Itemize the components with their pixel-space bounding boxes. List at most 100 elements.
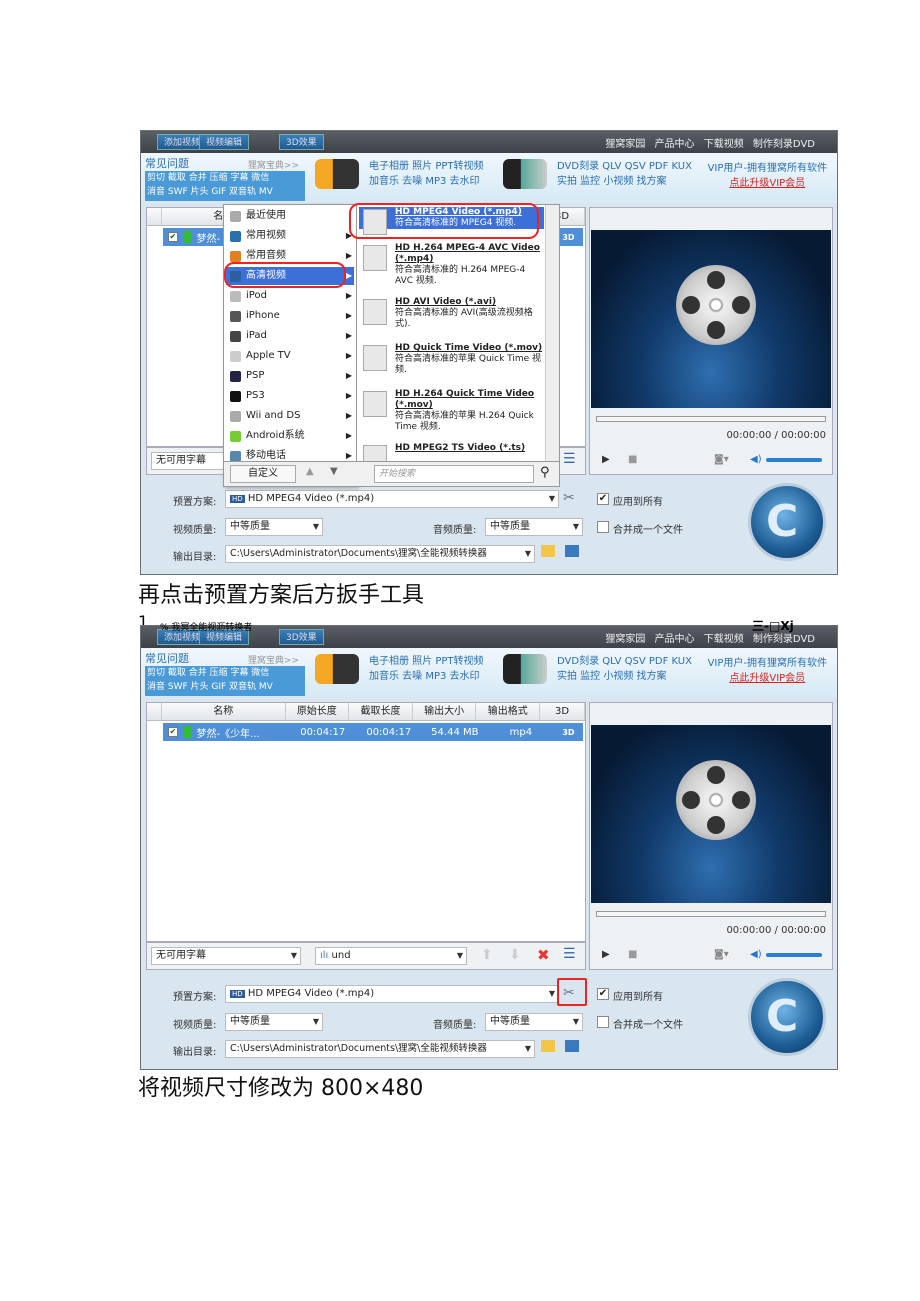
column-header[interactable]: 输出格式 bbox=[476, 703, 541, 720]
top-link[interactable]: 制作刻录DVD bbox=[753, 139, 815, 150]
audio-quality-select[interactable]: 中等质量 ▼ bbox=[485, 518, 583, 536]
down-icon[interactable]: ▼ bbox=[330, 466, 338, 477]
subtitle-select[interactable]: 无可用字幕▼ bbox=[151, 947, 301, 965]
search-input[interactable]: 开始搜索 bbox=[374, 465, 534, 483]
menu-item[interactable]: Android系统 ▶ bbox=[226, 427, 354, 445]
3d-icon[interactable]: 3D bbox=[554, 728, 583, 737]
column-header[interactable]: 输出大小 bbox=[413, 703, 477, 720]
apply-all-checkbox[interactable]: ✔ bbox=[597, 988, 609, 1000]
format-item[interactable]: HD AVI Video (*.avi) 符合高清标准的 AVI(高级流视频格式)… bbox=[359, 297, 544, 330]
volume-icon[interactable]: ◀) bbox=[750, 949, 762, 960]
play-icon[interactable]: ▶ bbox=[602, 454, 610, 465]
ad-link[interactable]: 实拍 监控 小视频 找方案 bbox=[557, 174, 692, 189]
column-header[interactable]: 3D bbox=[540, 703, 585, 720]
row-checkbox[interactable]: ✔ bbox=[168, 232, 178, 242]
vip-upgrade-link[interactable]: 点此升级VIP会员 bbox=[729, 673, 805, 684]
list-icon[interactable]: ☰ bbox=[563, 946, 576, 962]
ad-link[interactable]: DVD刻录 QLV QSV PDF KUX bbox=[557, 159, 692, 174]
faq-links[interactable]: 剪切 截取 合并 压缩 字幕 微信 bbox=[147, 666, 305, 680]
play-icon[interactable]: ▶ bbox=[602, 949, 610, 960]
up-icon[interactable]: ▲ bbox=[306, 466, 314, 477]
menu-item[interactable]: iPad ▶ bbox=[226, 327, 354, 345]
open-icon[interactable] bbox=[565, 545, 579, 557]
preset-select[interactable]: HD HD MPEG4 Video (*.mp4) ▼ bbox=[225, 490, 559, 508]
column-header[interactable]: 名称 bbox=[162, 703, 286, 720]
stop-icon[interactable]: ■ bbox=[628, 454, 637, 465]
volume-slider[interactable] bbox=[766, 458, 822, 462]
menu-item[interactable]: Wii and DS ▶ bbox=[226, 407, 354, 425]
ad-link[interactable]: 电子相册 照片 PPT转视频 bbox=[369, 159, 484, 174]
open-icon[interactable] bbox=[565, 1040, 579, 1052]
menu-item[interactable]: PS3 ▶ bbox=[226, 387, 354, 405]
preset-select[interactable]: HD HD MPEG4 Video (*.mp4) ▼ bbox=[225, 985, 559, 1003]
top-link[interactable]: 产品中心 bbox=[655, 634, 695, 645]
video-quality-select[interactable]: 中等质量 ▼ bbox=[225, 518, 323, 536]
menu-item[interactable]: 最近使用 bbox=[226, 207, 354, 225]
hd-icon: HD bbox=[230, 495, 245, 503]
ad-link[interactable]: 电子相册 照片 PPT转视频 bbox=[369, 654, 484, 669]
menu-item[interactable]: iPod ▶ bbox=[226, 287, 354, 305]
row-checkbox[interactable]: ✔ bbox=[168, 727, 178, 737]
snapshot-icon[interactable]: ◙▾ bbox=[714, 454, 729, 465]
menu-item[interactable]: iPhone ▶ bbox=[226, 307, 354, 325]
audio-quality-select[interactable]: 中等质量 ▼ bbox=[485, 1013, 583, 1031]
window-controls[interactable]: 三-□Xj bbox=[752, 617, 794, 634]
faq-links[interactable]: 消音 SWF 片头 GIF 双音轨 MV bbox=[147, 680, 305, 694]
vip-upgrade-link[interactable]: 点此升级VIP会员 bbox=[729, 178, 805, 189]
volume-slider[interactable] bbox=[766, 953, 822, 957]
convert-button[interactable]: C bbox=[748, 483, 826, 561]
delete-icon[interactable]: ✖ bbox=[537, 946, 550, 964]
top-link[interactable]: 狸窝家园 bbox=[605, 634, 645, 645]
faq-title[interactable]: 常见问题 bbox=[145, 652, 189, 665]
move-down-icon[interactable]: ⬇ bbox=[509, 947, 521, 963]
format-item[interactable]: HD H.264 MPEG-4 AVC Video (*.mp4) 符合高清标准的… bbox=[359, 243, 544, 287]
ad-link[interactable]: 加音乐 去噪 MP3 去水印 bbox=[369, 174, 484, 189]
folder-icon[interactable] bbox=[541, 1040, 555, 1052]
move-up-icon[interactable]: ⬆ bbox=[481, 947, 493, 963]
faq-links[interactable]: 剪切 截取 合并 压缩 字幕 微信 bbox=[147, 171, 305, 185]
search-icon[interactable]: ⚲ bbox=[540, 465, 550, 480]
scrollbar[interactable] bbox=[545, 205, 559, 461]
merge-checkbox[interactable] bbox=[597, 521, 609, 533]
stop-icon[interactable]: ■ bbox=[628, 949, 637, 960]
menu-item[interactable]: Apple TV ▶ bbox=[226, 347, 354, 365]
top-link[interactable]: 下载视频 bbox=[704, 139, 744, 150]
list-icon[interactable]: ☰ bbox=[563, 451, 576, 467]
faq-more-link[interactable]: 狸窝宝典>> bbox=[248, 653, 299, 666]
convert-button[interactable]: C bbox=[748, 978, 826, 1056]
table-row[interactable]: ✔ 梦然-《少年... 00:04:17 00:04:17 54.44 MB mp4 3D bbox=[163, 723, 583, 741]
menu-item[interactable]: PSP ▶ bbox=[226, 367, 354, 385]
folder-icon[interactable] bbox=[541, 545, 555, 557]
format-item[interactable]: HD Quick Time Video (*.mov) 符合高清标准的苹果 Qui… bbox=[359, 343, 544, 376]
column-header[interactable]: 截取长度 bbox=[349, 703, 413, 720]
video-quality-select[interactable]: 中等质量 ▼ bbox=[225, 1013, 323, 1031]
faq-more-link[interactable]: 狸窝宝典>> bbox=[248, 158, 299, 171]
column-header[interactable]: 原始长度 bbox=[286, 703, 350, 720]
top-link[interactable]: 产品中心 bbox=[655, 139, 695, 150]
top-button[interactable]: 视频编辑 bbox=[199, 134, 250, 150]
seek-bar[interactable] bbox=[596, 911, 826, 917]
faq-links[interactable]: 消音 SWF 片头 GIF 双音轨 MV bbox=[147, 185, 305, 199]
top-link[interactable]: 下载视频 bbox=[704, 634, 744, 645]
ad-link[interactable]: DVD刻录 QLV QSV PDF KUX bbox=[557, 654, 692, 669]
faq-title[interactable]: 常见问题 bbox=[145, 157, 189, 170]
volume-icon[interactable]: ◀) bbox=[750, 454, 762, 465]
snapshot-icon[interactable]: ◙▾ bbox=[714, 949, 729, 960]
top-link[interactable]: 制作刻录DVD bbox=[753, 634, 815, 645]
audio-track-select[interactable]: ılı und▼ bbox=[315, 947, 467, 965]
apply-all-checkbox[interactable]: ✔ bbox=[597, 493, 609, 505]
output-path-select[interactable]: C:\Users\Administrator\Documents\狸窝\全能视频… bbox=[225, 545, 535, 563]
wrench-settings-icon[interactable]: ✂ bbox=[563, 490, 575, 506]
seek-bar[interactable] bbox=[596, 416, 826, 422]
custom-button[interactable]: 自定义 bbox=[230, 465, 296, 483]
format-item[interactable]: HD H.264 Quick Time Video (*.mov) 符合高清标准的… bbox=[359, 389, 544, 433]
top-button[interactable]: 3D效果 bbox=[279, 629, 324, 645]
menu-item[interactable]: 常用视频 ▶ bbox=[226, 227, 354, 245]
format-item[interactable]: HD MPEG2 TS Video (*.ts) bbox=[359, 443, 544, 471]
top-link[interactable]: 狸窝家园 bbox=[605, 139, 645, 150]
output-path-select[interactable]: C:\Users\Administrator\Documents\狸窝\全能视频… bbox=[225, 1040, 535, 1058]
ad-link[interactable]: 实拍 监控 小视频 找方案 bbox=[557, 669, 692, 684]
merge-checkbox[interactable] bbox=[597, 1016, 609, 1028]
ad-link[interactable]: 加音乐 去噪 MP3 去水印 bbox=[369, 669, 484, 684]
top-button[interactable]: 3D效果 bbox=[279, 134, 324, 150]
